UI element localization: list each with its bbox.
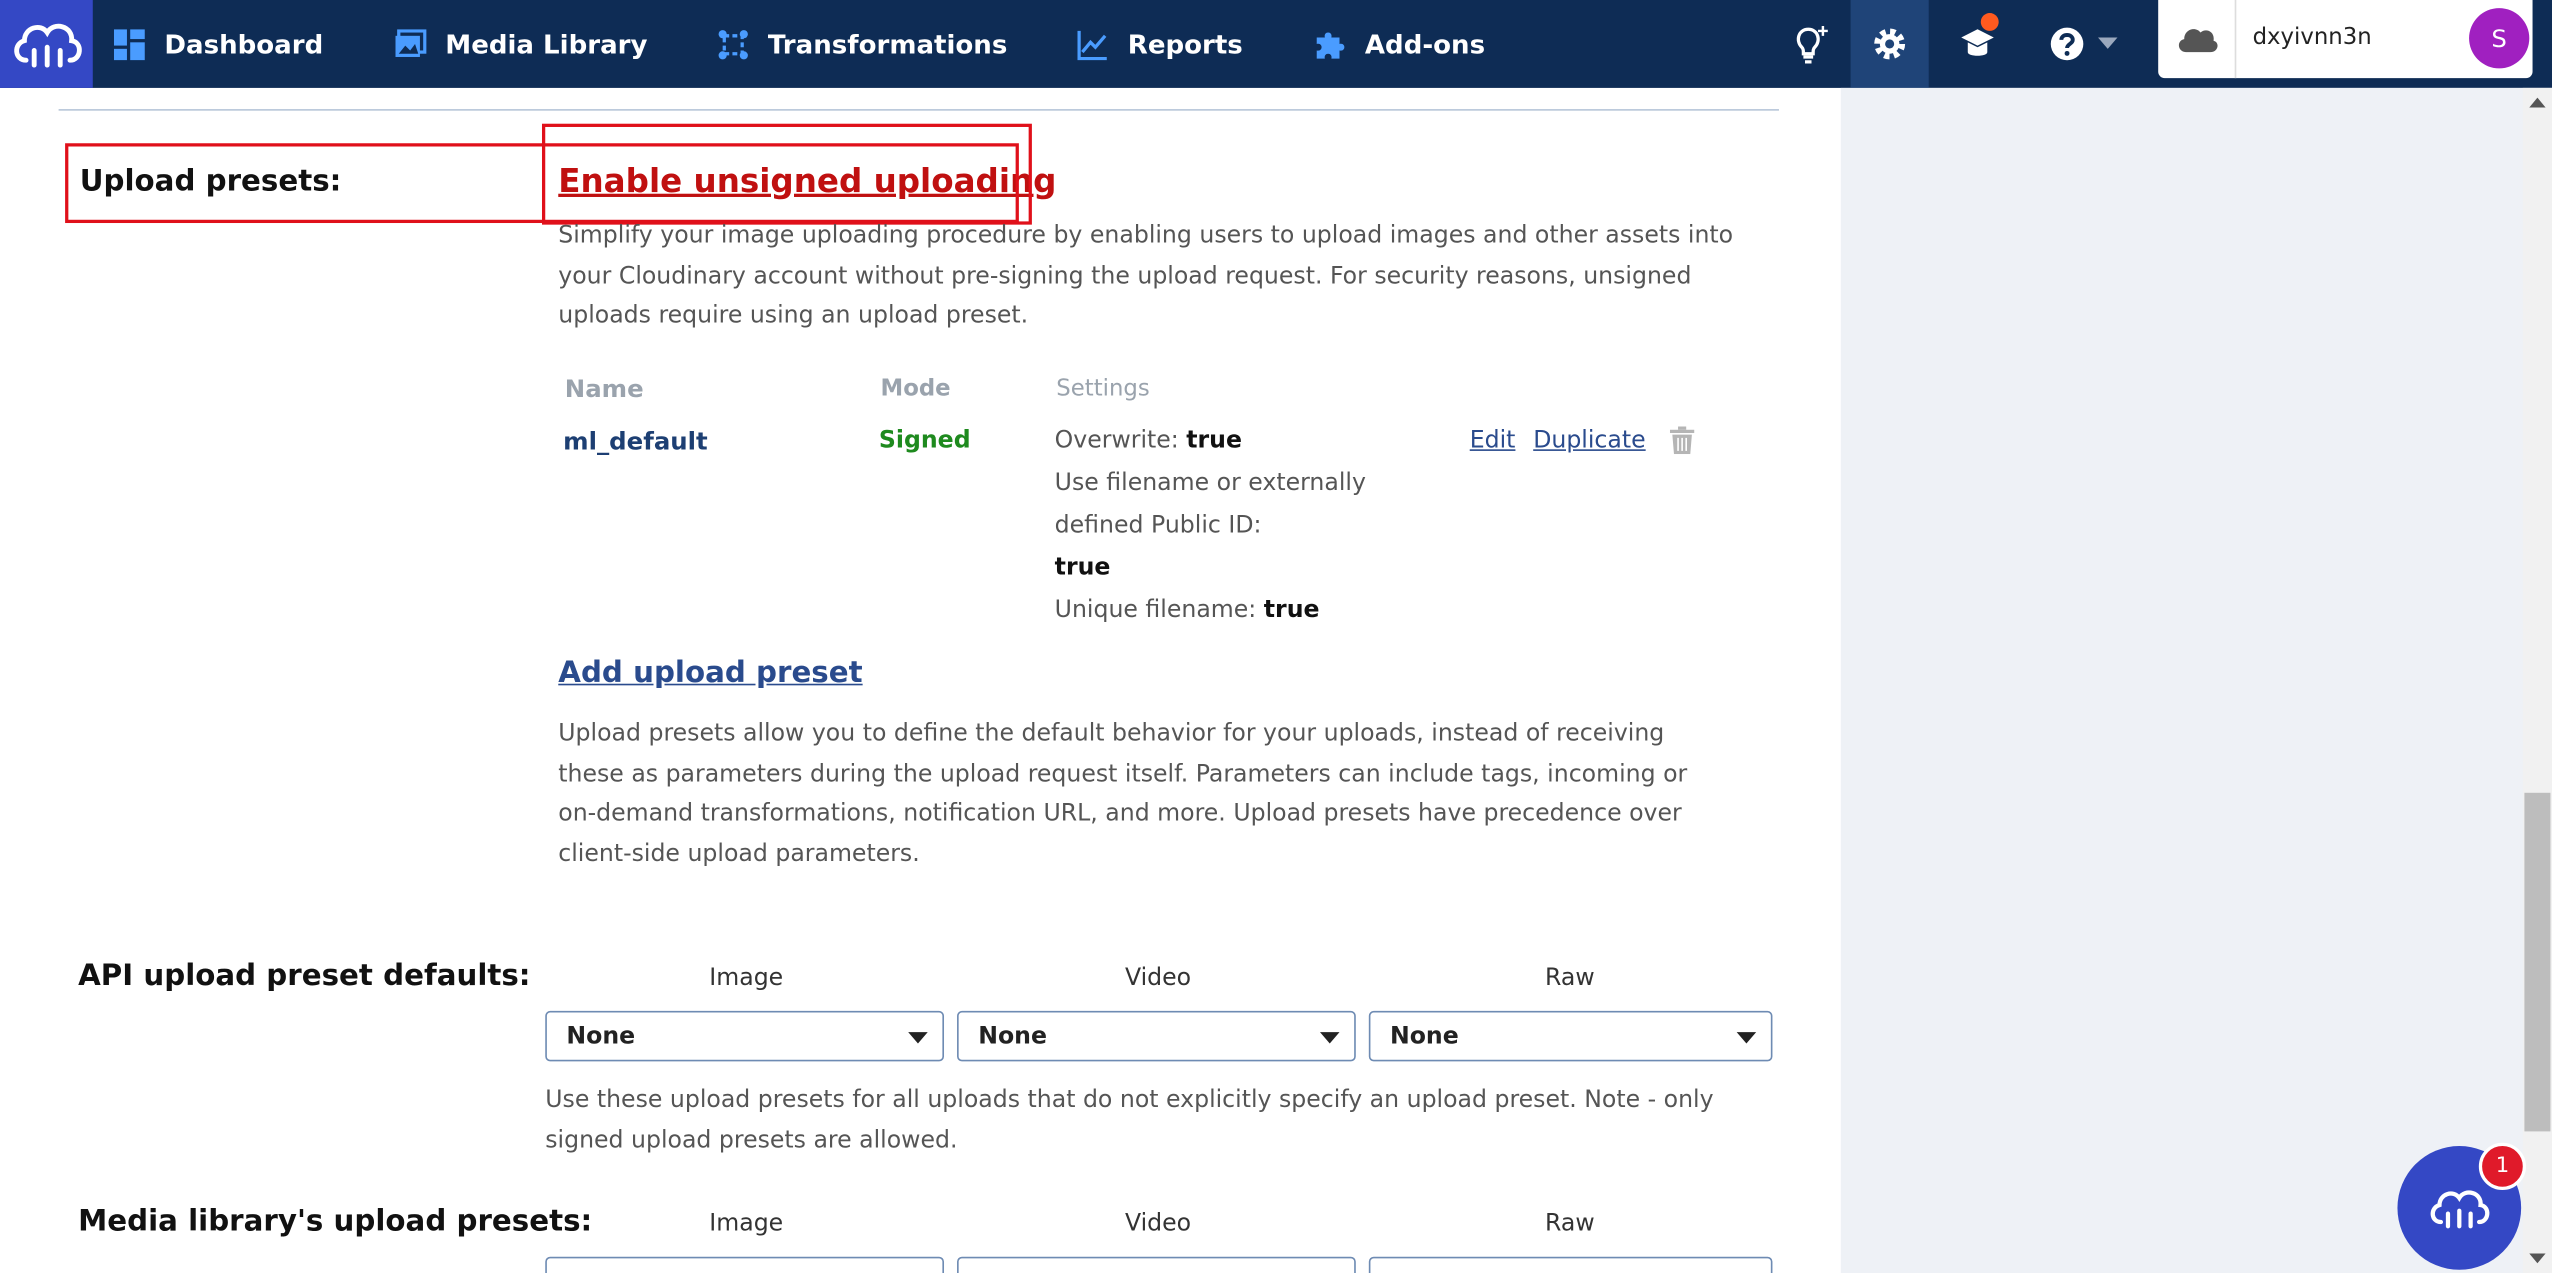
right-panel [1840, 87, 2552, 1273]
trash-icon [1669, 426, 1695, 455]
api-raw-preset-select[interactable]: None [1368, 1010, 1773, 1062]
scrollbar-thumb[interactable] [2524, 792, 2551, 1132]
api-col-image: Image [709, 965, 784, 992]
chat-unread-badge: 1 [2478, 1142, 2527, 1190]
transformations-icon [718, 29, 748, 59]
nav-add-ons[interactable]: Add-ons [1313, 28, 1485, 61]
chevron-down-icon [2097, 37, 2118, 49]
highlight-box-link [541, 123, 1032, 225]
add-upload-preset-description: Upload presets allow you to define the d… [558, 721, 1688, 867]
reports-icon [1077, 30, 1107, 60]
col-header-mode: Mode [880, 376, 951, 403]
scroll-down-arrow-icon[interactable] [2529, 1253, 2546, 1264]
nav-transformations-label: Transformations [767, 28, 1008, 60]
nav-media-library-label: Media Library [445, 28, 648, 60]
nav-media-library[interactable]: Media Library [393, 28, 647, 59]
nav-transformations[interactable]: Transformations [717, 28, 1007, 59]
add-upload-preset-link[interactable]: Add upload preset [558, 656, 862, 690]
api-video-preset-select[interactable]: None [957, 1010, 1356, 1062]
cloud-icon [2178, 29, 2217, 53]
setting-value: true [1263, 597, 1320, 624]
nav-reports-label: Reports [1127, 28, 1243, 60]
notification-dot [1980, 13, 1999, 31]
setting-use-filename: Use filename or externally defined Publi… [1055, 462, 1446, 589]
help-icon [2050, 27, 2084, 61]
setting-key: Overwrite: [1054, 428, 1179, 455]
main-nav: Dashboard Media Library Transformations [113, 0, 1555, 88]
lightbulb-icon [1796, 26, 1828, 64]
api-defaults-label: API upload preset defaults: [78, 958, 531, 994]
scroll-up-arrow-icon[interactable] [2529, 97, 2546, 108]
api-col-raw: Raw [1544, 965, 1595, 992]
ml-image-preset-select[interactable] [545, 1256, 945, 1273]
setting-value: true [1054, 555, 1111, 582]
dashboard-icon [113, 28, 145, 60]
ml-col-image: Image [709, 1211, 784, 1238]
ml-video-preset-select[interactable] [957, 1256, 1356, 1273]
settings-button[interactable] [1850, 0, 1929, 88]
nav-dashboard-label: Dashboard [164, 28, 324, 60]
section-divider [58, 109, 1779, 111]
setting-unique-filename: Unique filename: true [1055, 589, 1446, 631]
account-switcher[interactable]: dxyivnn3n S [2158, 0, 2533, 79]
page: Dashboard Media Library Transformations [0, 0, 2552, 1273]
cloud-logo-icon [13, 23, 81, 68]
api-image-preset-select[interactable]: None [545, 1010, 945, 1062]
setting-value: true [1186, 428, 1242, 455]
media-library-presets-label: Media library's upload presets: [78, 1204, 593, 1239]
preset-name[interactable]: ml_default [563, 427, 708, 456]
media-library-icon [394, 29, 426, 57]
duplicate-preset-link[interactable]: Duplicate [1533, 428, 1645, 454]
ml-raw-preset-select[interactable] [1368, 1256, 1773, 1273]
avatar[interactable]: S [2469, 8, 2530, 69]
ideas-button[interactable] [1774, 0, 1849, 88]
select-value: None [1389, 1023, 1459, 1050]
select-value: None [978, 1023, 1047, 1050]
cloudinary-logo[interactable] [0, 0, 93, 88]
api-defaults-note: Use these upload presets for all uploads… [545, 1087, 1714, 1154]
delete-preset-button[interactable] [1669, 426, 1695, 461]
setting-key: Unique filename: [1054, 597, 1257, 624]
cloud-logo-icon [2430, 1190, 2490, 1229]
setting-key: Use filename or externally defined Publi… [1054, 470, 1366, 539]
api-col-video: Video [1124, 965, 1192, 992]
help-button[interactable] [2043, 0, 2124, 88]
dropdown-arrow-icon [908, 1032, 928, 1044]
enable-unsigned-description: Simplify your image uploading procedure … [558, 223, 1734, 329]
account-name: dxyivnn3n [2252, 24, 2372, 51]
learning-center-button[interactable] [1940, 0, 2015, 88]
select-value: None [566, 1023, 636, 1050]
preset-mode: Signed [878, 428, 971, 455]
dropdown-arrow-icon [1736, 1032, 1757, 1044]
top-nav-bar: Dashboard Media Library Transformations [0, 0, 2552, 88]
nav-reports[interactable]: Reports [1077, 28, 1243, 60]
col-header-settings: Settings [1056, 376, 1150, 403]
product-environment-cloud [2158, 0, 2237, 79]
preset-settings: Overwrite: true Use filename or external… [1055, 420, 1446, 632]
gear-icon [1874, 28, 1906, 60]
setting-overwrite: Overwrite: true [1055, 420, 1446, 462]
nav-dashboard[interactable]: Dashboard [113, 28, 324, 60]
dropdown-arrow-icon [1319, 1032, 1340, 1044]
ml-col-raw: Raw [1544, 1211, 1595, 1238]
edit-preset-link[interactable]: Edit [1470, 428, 1516, 454]
puzzle-icon [1316, 32, 1344, 59]
col-header-name: Name [564, 374, 644, 404]
ml-col-video: Video [1124, 1211, 1192, 1238]
nav-add-ons-label: Add-ons [1364, 28, 1486, 60]
